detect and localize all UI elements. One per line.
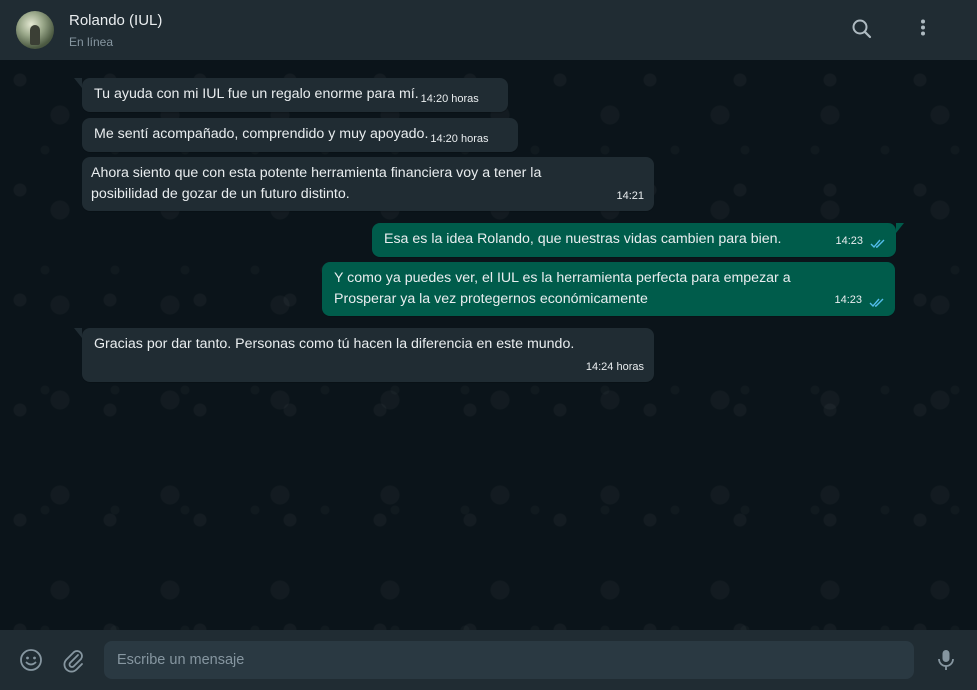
contact-status: En línea xyxy=(69,35,114,49)
message-input[interactable] xyxy=(104,641,914,679)
attach-icon[interactable] xyxy=(60,647,86,673)
message-list: Tu ayuda con mi IUL fue un regalo enorme… xyxy=(0,60,977,630)
menu-icon[interactable] xyxy=(910,16,936,42)
microphone-icon[interactable] xyxy=(933,647,959,673)
message-meta: 14:23 xyxy=(835,289,885,311)
message-text: Me sentí acompañado, comprendido y muy a… xyxy=(94,126,429,142)
composer-bar xyxy=(0,630,977,690)
message-time: 14:23 xyxy=(835,235,864,247)
read-ticks-icon xyxy=(869,294,885,307)
message-meta: 14:23 xyxy=(836,230,886,252)
message-bubble-outgoing[interactable]: Esa es la idea Rolando, que nuestras vid… xyxy=(372,223,904,257)
message-text: Tu ayuda con mi IUL fue un regalo enorme… xyxy=(94,86,419,102)
contact-avatar[interactable] xyxy=(16,11,54,49)
message-text: Y como ya puedes ver, el IUL es la herra… xyxy=(334,270,791,307)
message-time: 14:23 xyxy=(834,294,863,306)
message-time: 14:21 xyxy=(616,190,644,202)
message-bubble-incoming[interactable]: Ahora siento que con esta potente herram… xyxy=(82,157,654,211)
search-icon[interactable] xyxy=(849,16,875,42)
emoji-icon[interactable] xyxy=(18,647,44,673)
chat-header: Rolando (IUL) En línea xyxy=(0,0,977,60)
message-bubble-incoming[interactable]: Gracias por dar tanto. Personas como tú … xyxy=(74,328,654,382)
read-ticks-icon xyxy=(870,235,886,248)
message-time: 14:24 horas xyxy=(585,361,644,373)
message-time: 14:20 horas xyxy=(420,93,479,105)
message-time: 14:20 horas xyxy=(430,133,489,145)
message-text: Ahora siento que con esta potente herram… xyxy=(91,165,542,202)
contact-name[interactable]: Rolando (IUL) xyxy=(69,12,162,29)
message-bubble-incoming[interactable]: Me sentí acompañado, comprendido y muy a… xyxy=(82,118,518,152)
message-text: Esa es la idea Rolando, que nuestras vid… xyxy=(384,231,782,247)
message-bubble-outgoing[interactable]: Y como ya puedes ver, el IUL es la herra… xyxy=(322,262,895,316)
message-text: Gracias por dar tanto. Personas como tú … xyxy=(94,336,575,352)
message-bubble-incoming[interactable]: Tu ayuda con mi IUL fue un regalo enorme… xyxy=(74,78,508,112)
